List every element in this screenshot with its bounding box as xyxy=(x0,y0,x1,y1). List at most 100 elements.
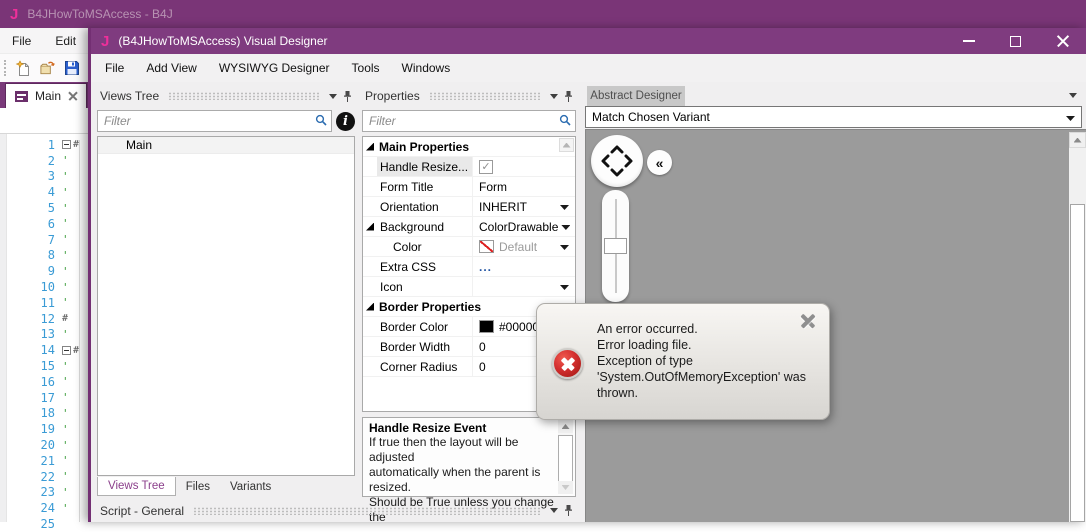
code-line: 13 ' xyxy=(0,327,88,343)
property-value[interactable] xyxy=(473,277,575,296)
pin-icon[interactable] xyxy=(343,90,352,103)
script-general-bar[interactable]: Script - General xyxy=(95,500,578,521)
property-row[interactable]: Color Default xyxy=(363,237,575,257)
chevron-down-icon[interactable] xyxy=(1069,93,1077,98)
main-menu-item[interactable]: Edit xyxy=(43,28,88,53)
expander-icon xyxy=(366,222,374,231)
property-value[interactable]: ColorDrawable xyxy=(473,217,575,236)
open-file-icon[interactable] xyxy=(39,60,56,77)
tab-abstract-designer[interactable]: Abstract Designer xyxy=(587,86,685,106)
views-tree-panel: Views Tree i Main Views TreeFilesVariant… xyxy=(95,84,357,497)
grid-scroll-up-button[interactable] xyxy=(559,138,574,152)
line-number: 24 xyxy=(40,501,55,516)
direction-arrows-icon xyxy=(601,145,633,177)
scroll-up-button[interactable] xyxy=(1069,132,1086,148)
designer-titlebar[interactable]: J (B4JHowToMSAccess) Visual Designer xyxy=(91,28,1086,54)
pin-icon[interactable] xyxy=(564,504,573,517)
variant-selector[interactable]: Match Chosen Variant xyxy=(585,106,1082,128)
property-value[interactable]: ✓ xyxy=(473,157,575,176)
comment-tick: ' xyxy=(62,280,69,294)
minimize-button[interactable] xyxy=(945,28,992,54)
views-tree-tab[interactable]: Files xyxy=(176,477,220,496)
help-scrollbar[interactable] xyxy=(558,420,573,494)
property-row[interactable]: Handle Resize... ✓ xyxy=(363,157,575,177)
dropdown-arrow-icon[interactable] xyxy=(560,205,569,210)
fold-collapse-icon[interactable] xyxy=(62,345,71,355)
designer-menu-item[interactable]: WYSIWYG Designer xyxy=(208,54,341,82)
dropdown-arrow-icon xyxy=(1066,116,1075,121)
fold-collapse-icon[interactable] xyxy=(62,140,71,150)
dropdown-arrow-icon[interactable] xyxy=(560,245,569,250)
zoom-slider[interactable] xyxy=(602,190,629,302)
triangle-down-icon xyxy=(561,485,570,490)
error-icon xyxy=(552,348,583,379)
views-tree-tab[interactable]: Views Tree xyxy=(97,477,176,496)
collapse-left-button[interactable]: « xyxy=(647,150,672,175)
property-row[interactable]: Extra CSS... xyxy=(363,257,575,277)
code-line: 3 ' xyxy=(0,169,88,185)
scrollbar-thumb[interactable] xyxy=(1070,204,1085,522)
designer-menu-item[interactable]: Add View xyxy=(135,54,207,82)
property-row[interactable]: Icon xyxy=(363,277,575,297)
error-line: Error loading file. xyxy=(597,338,692,352)
search-icon xyxy=(559,114,572,132)
slider-thumb[interactable] xyxy=(604,238,627,254)
maximize-button[interactable] xyxy=(992,28,1039,54)
row-gutter xyxy=(363,197,377,216)
checkbox-icon[interactable]: ✓ xyxy=(479,159,493,174)
pan-control[interactable] xyxy=(591,135,643,187)
main-menu-item[interactable]: File xyxy=(0,28,43,53)
dropdown-arrow-icon[interactable] xyxy=(561,225,571,230)
designer-menu-item[interactable]: File xyxy=(94,54,135,82)
new-file-icon[interactable] xyxy=(15,59,32,77)
code-line: 19 ' xyxy=(0,421,88,437)
row-gutter xyxy=(363,217,377,236)
property-value[interactable]: INHERIT xyxy=(473,197,575,216)
chevron-down-icon[interactable] xyxy=(329,93,337,99)
tab-main[interactable]: Main xyxy=(5,83,88,108)
close-tab-icon[interactable] xyxy=(68,92,77,101)
comment-tick: ' xyxy=(62,264,69,278)
gutter-glyphs: ' xyxy=(62,233,84,246)
properties-header[interactable]: Properties xyxy=(360,84,578,108)
designer-menu-item[interactable]: Tools xyxy=(341,54,391,82)
row-gutter xyxy=(363,177,377,196)
chevron-down-icon[interactable] xyxy=(550,93,558,99)
property-row[interactable]: Form Title Form xyxy=(363,177,575,197)
canvas-scrollbar[interactable] xyxy=(1069,132,1086,522)
property-label: Border Color xyxy=(377,317,473,336)
code-line: 15 ' xyxy=(0,358,88,374)
property-label: Form Title xyxy=(377,177,473,196)
property-row[interactable]: Background ColorDrawable xyxy=(363,217,575,237)
property-row[interactable]: Orientation INHERIT xyxy=(363,197,575,217)
tree-item[interactable]: Main xyxy=(98,137,354,154)
ellipsis-button[interactable]: ... xyxy=(479,260,492,274)
property-value[interactable]: Default xyxy=(473,237,575,256)
gutter-glyphs: ' xyxy=(62,328,84,341)
designer-menu-items: File Add View WYSIWYG Designer Tools Windows xyxy=(94,54,461,82)
save-icon[interactable] xyxy=(63,60,80,77)
chevron-down-icon[interactable] xyxy=(550,508,558,513)
views-tree-header[interactable]: Views Tree xyxy=(95,84,357,108)
b4j-logo-icon: J xyxy=(10,5,19,23)
window-controls xyxy=(945,28,1086,54)
close-button[interactable] xyxy=(1039,28,1086,54)
info-icon[interactable]: i xyxy=(336,111,355,131)
designer-menu-item[interactable]: Windows xyxy=(391,54,462,82)
pin-icon[interactable] xyxy=(564,90,573,103)
property-label: Corner Radius xyxy=(377,357,473,376)
line-number: 9 xyxy=(47,264,55,279)
dropdown-arrow-icon[interactable] xyxy=(560,285,569,290)
property-value[interactable]: Form xyxy=(473,177,575,196)
scroll-up-button[interactable] xyxy=(558,420,573,433)
property-value[interactable]: ... xyxy=(473,257,575,276)
properties-filter-input[interactable] xyxy=(362,110,576,132)
error-message: An error occurred. Error loading file. Exc… xyxy=(597,321,806,401)
line-number: 16 xyxy=(40,374,55,389)
scroll-down-button[interactable] xyxy=(558,481,573,494)
views-tree-filter-row: i xyxy=(97,110,355,132)
comment-tick: ' xyxy=(62,359,69,373)
views-tree-filter-input[interactable] xyxy=(97,110,332,132)
property-group-header[interactable]: Main Properties xyxy=(363,137,575,157)
views-tree-tab[interactable]: Variants xyxy=(220,477,281,496)
